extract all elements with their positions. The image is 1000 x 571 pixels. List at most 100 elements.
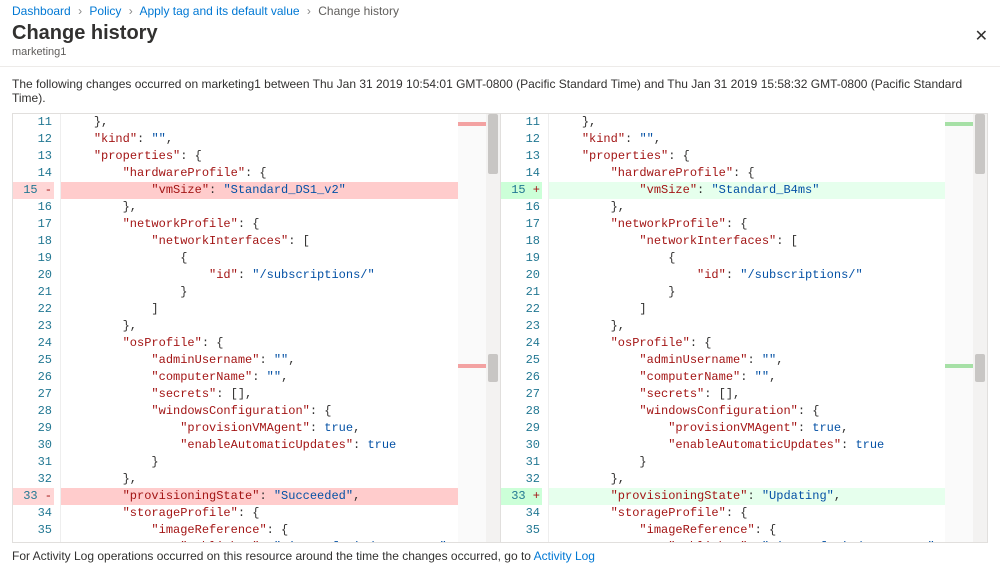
code-line: "provisioningState": "Updating", (549, 488, 987, 505)
close-icon: ✕ (975, 28, 988, 45)
code-line: "provisioningState": "Succeeded", (61, 488, 500, 505)
code-line: }, (61, 199, 500, 216)
code-line: } (61, 284, 500, 301)
code-line: }, (549, 199, 987, 216)
code-line: "publisher": "MicrosoftWindowsServer", (61, 539, 500, 542)
code-line: ] (549, 301, 987, 318)
code-line: "networkProfile": { (61, 216, 500, 233)
line-number: 33 + (501, 488, 542, 505)
code-line: "networkInterfaces": [ (61, 233, 500, 250)
code-line: "hardwareProfile": { (549, 165, 987, 182)
minimap-left[interactable] (458, 114, 486, 542)
line-number: 25 (501, 352, 542, 369)
code-line: "kind": "", (549, 131, 987, 148)
diff-right-pane: 1112131415 +1617181920212223242526272829… (500, 114, 987, 542)
code-line: "vmSize": "Standard_DS1_v2" (61, 182, 500, 199)
line-gutter-left: 1112131415 -1617181920212223242526272829… (13, 114, 61, 542)
line-number: 21 (501, 284, 542, 301)
line-number: 11 (13, 114, 54, 131)
line-number: 13 (13, 148, 54, 165)
line-number: 14 (13, 165, 54, 182)
code-right: }, "kind": "", "properties": { "hardware… (549, 114, 987, 542)
line-number: 12 (13, 131, 54, 148)
close-button[interactable]: ✕ (975, 26, 988, 46)
code-line: "computerName": "", (549, 369, 987, 386)
change-description: The following changes occurred on market… (0, 67, 1000, 113)
code-line: "enableAutomaticUpdates": true (549, 437, 987, 454)
line-number: 31 (501, 454, 542, 471)
code-line: { (61, 250, 500, 267)
line-number: 17 (501, 216, 542, 233)
code-left: }, "kind": "", "properties": { "hardware… (61, 114, 500, 542)
line-number: 26 (13, 369, 54, 386)
line-number: 33 - (13, 488, 54, 505)
code-line: "publisher": "MicrosoftWindowsServer", (549, 539, 987, 542)
line-number: 32 (13, 471, 54, 488)
code-line: { (549, 250, 987, 267)
breadcrumb-apply-tag[interactable]: Apply tag and its default value (139, 4, 299, 18)
code-line: "id": "/subscriptions/" (61, 267, 500, 284)
code-line: }, (61, 114, 500, 131)
chevron-right-icon: › (307, 4, 311, 18)
code-line: "properties": { (61, 148, 500, 165)
line-number: 36 (501, 539, 542, 542)
line-gutter-right: 1112131415 +1617181920212223242526272829… (501, 114, 549, 542)
footer-note: For Activity Log operations occurred on … (12, 549, 595, 563)
line-number: 22 (501, 301, 542, 318)
line-number: 36 (13, 539, 54, 542)
line-number: 30 (501, 437, 542, 454)
code-line: "osProfile": { (549, 335, 987, 352)
code-line: "imageReference": { (61, 522, 500, 539)
scrollbar-right[interactable] (973, 114, 987, 542)
code-line: "provisionVMAgent": true, (549, 420, 987, 437)
line-number: 18 (501, 233, 542, 250)
line-number: 35 (501, 522, 542, 539)
code-line: "id": "/subscriptions/" (549, 267, 987, 284)
code-line: }, (549, 318, 987, 335)
line-number: 23 (501, 318, 542, 335)
scrollbar-left[interactable] (486, 114, 500, 542)
line-number: 34 (501, 505, 542, 522)
panel-header: Change history marketing1 ✕ (0, 22, 1000, 67)
line-number: 14 (501, 165, 542, 182)
line-number: 34 (13, 505, 54, 522)
line-number: 32 (501, 471, 542, 488)
page-title: Change history (12, 22, 988, 45)
code-line: "adminUsername": "", (549, 352, 987, 369)
line-number: 30 (13, 437, 54, 454)
code-line: "properties": { (549, 148, 987, 165)
line-number: 12 (501, 131, 542, 148)
line-number: 22 (13, 301, 54, 318)
activity-log-link[interactable]: Activity Log (534, 549, 595, 563)
breadcrumb-policy[interactable]: Policy (89, 4, 121, 18)
line-number: 29 (13, 420, 54, 437)
minimap-right[interactable] (945, 114, 973, 542)
code-line: "provisionVMAgent": true, (61, 420, 500, 437)
code-line: } (549, 284, 987, 301)
resource-name: marketing1 (12, 46, 988, 58)
line-number: 11 (501, 114, 542, 131)
code-line: }, (549, 471, 987, 488)
diff-viewer: 1112131415 -1617181920212223242526272829… (12, 113, 988, 543)
code-line: "vmSize": "Standard_B4ms" (549, 182, 987, 199)
line-number: 24 (13, 335, 54, 352)
code-line: "imageReference": { (549, 522, 987, 539)
line-number: 16 (501, 199, 542, 216)
breadcrumb-dashboard[interactable]: Dashboard (12, 4, 71, 18)
line-number: 31 (13, 454, 54, 471)
line-number: 20 (13, 267, 54, 284)
code-line: "adminUsername": "", (61, 352, 500, 369)
line-number: 17 (13, 216, 54, 233)
line-number: 26 (501, 369, 542, 386)
line-number: 28 (501, 403, 542, 420)
breadcrumb: Dashboard › Policy › Apply tag and its d… (0, 0, 1000, 20)
line-number: 27 (501, 386, 542, 403)
code-line: "secrets": [], (549, 386, 987, 403)
line-number: 28 (13, 403, 54, 420)
code-line: "enableAutomaticUpdates": true (61, 437, 500, 454)
line-number: 25 (13, 352, 54, 369)
code-line: "windowsConfiguration": { (549, 403, 987, 420)
breadcrumb-current: Change history (318, 4, 399, 18)
code-line: "secrets": [], (61, 386, 500, 403)
code-line: "osProfile": { (61, 335, 500, 352)
